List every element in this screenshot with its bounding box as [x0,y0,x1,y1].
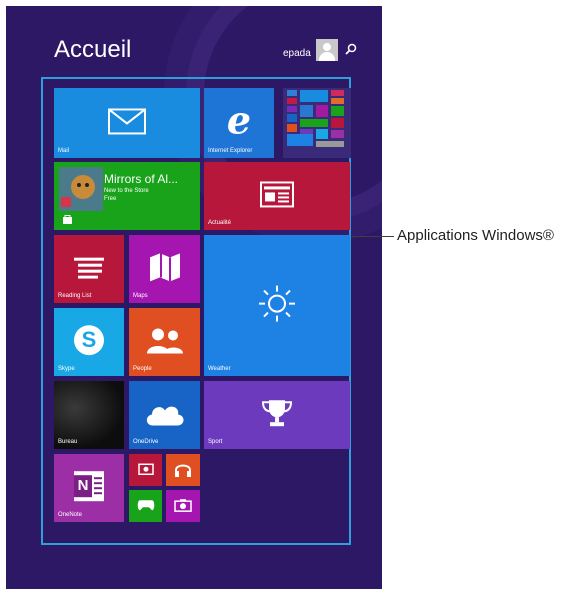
store-app-subtitle: New to the Store [104,188,149,194]
news-icon [260,181,294,208]
tile-label: OneNote [58,512,83,518]
tile-bureau[interactable]: Bureau [54,381,124,449]
tile-label: Mail [58,148,70,154]
tile-people[interactable]: People [129,308,200,376]
search-icon[interactable] [344,42,358,56]
tile-sport[interactable]: Sport [204,381,350,449]
callout-line [352,236,394,237]
tile-music[interactable] [166,454,200,486]
tile-weather[interactable]: Weather [204,235,350,376]
tile-maps[interactable]: Maps [129,235,200,303]
camera-icon [174,499,192,512]
mail-icon [108,108,146,135]
tile-label: People [133,366,152,372]
tile-label: Skype [58,366,75,372]
store-bag-icon [63,215,72,224]
user-name[interactable]: epada [283,48,311,59]
headphones-icon [175,464,191,478]
tile-label: Internet Explorer [208,148,253,154]
avatar-body [319,52,335,61]
avatar-head [323,43,331,51]
tile-reading-list[interactable]: Reading List [54,235,124,303]
page-title: Accueil [54,36,132,63]
tile-label: Sport [208,439,223,445]
tile-onenote[interactable]: N OneNote [54,454,124,522]
skype-icon: S [74,325,104,356]
game-art-icon [59,167,103,211]
onenote-icon: N [74,471,104,502]
video-icon [137,463,154,476]
tile-label: Maps [133,293,148,299]
tile-actualite[interactable]: Actualité [204,162,350,230]
tile-label: OneDrive [133,439,159,445]
people-icon [146,328,183,354]
store-app-price: Free [104,196,117,202]
tile-onedrive[interactable]: OneDrive [129,381,200,449]
tile-label: Weather [208,366,231,372]
mini-tiles-icon [287,90,344,147]
tile-label: Reading List [58,293,92,299]
trophy-icon [261,400,293,427]
map-icon [149,253,180,282]
store-app-title: Mirrors of Al... [104,172,179,186]
tile-games[interactable] [129,490,162,522]
tile-start-preview[interactable] [283,88,351,158]
tile-camera[interactable] [166,490,200,522]
reading-list-icon [74,257,104,279]
internet-explorer-icon: e [226,97,252,143]
tile-label: Bureau [58,439,78,445]
tile-skype[interactable]: S Skype [54,308,124,376]
tile-label: Actualité [208,220,232,226]
sun-icon [259,285,295,322]
avatar[interactable] [316,39,338,61]
tile-mail[interactable]: Mail [54,88,200,158]
xbox-icon [137,500,154,511]
tile-video[interactable] [129,454,162,486]
cloud-icon [146,406,184,426]
tile-internet-explorer[interactable]: e Internet Explorer [204,88,274,158]
callout-label: Applications Windows® [397,227,554,244]
tile-store-app[interactable]: Mirrors of Al... New to the Store Free [54,162,200,230]
